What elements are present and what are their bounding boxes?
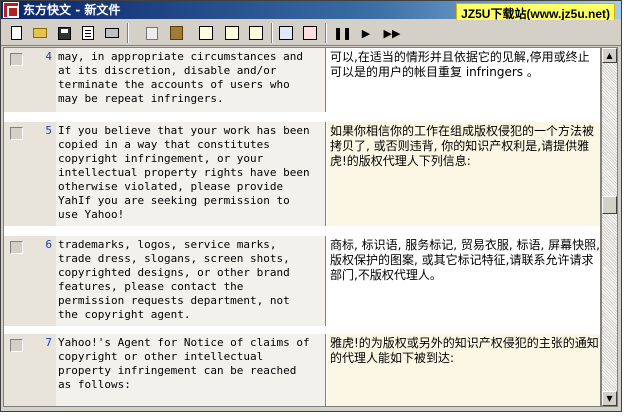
toolbar-separator <box>127 23 129 43</box>
row-checkbox[interactable] <box>10 127 23 140</box>
source-text[interactable]: may, in appropriate circumstances and at… <box>56 48 326 112</box>
title-separator: - <box>71 3 85 17</box>
vertical-scrollbar[interactable]: ▲ ▼ <box>601 47 618 407</box>
target-text[interactable]: 如果你相信你的工作在组成版权侵犯的一个方法被拷贝了, 或否则违背, 你的知识产权… <box>327 122 600 226</box>
row-gutter: 7 <box>4 334 56 406</box>
row-gutter: 4 <box>4 48 56 112</box>
toolbar-separator <box>325 23 327 43</box>
row-number: 4 <box>45 50 52 63</box>
source-text[interactable]: Yahoo!'s Agent for Notice of claims of c… <box>56 334 326 406</box>
row-checkbox[interactable] <box>10 339 23 352</box>
table-row: 5 If you believe that your work has been… <box>4 122 600 226</box>
app-name: 东方快文 <box>23 3 72 17</box>
open-folder-icon[interactable] <box>31 24 49 42</box>
print-icon[interactable] <box>103 24 121 42</box>
translation-grid: 4 may, in appropriate circumstances and … <box>3 47 601 407</box>
title-bar: 东方快文 - 新文件 JZ5U下载站(www.jz5u.net) <box>1 1 621 25</box>
toolbar: ❚❚ ▶ ▶▶ <box>1 20 621 46</box>
row-gutter: 6 <box>4 236 56 326</box>
target-text[interactable]: 雅虎!的为版权或另外的知识产权侵犯的主张的通知的代理人能如下被到达: <box>327 334 600 406</box>
row-spacer <box>4 226 600 236</box>
row-number: 6 <box>45 238 52 251</box>
pen-edit-icon[interactable] <box>301 24 319 42</box>
row-spacer <box>4 112 600 122</box>
scroll-up-icon[interactable]: ▲ <box>602 48 617 63</box>
panel-center-icon[interactable] <box>223 24 241 42</box>
fast-forward-icon[interactable]: ▶▶ <box>381 24 403 42</box>
panel-right-icon[interactable] <box>247 24 265 42</box>
window-title: 东方快文 - 新文件 <box>23 1 120 19</box>
panel-left-icon[interactable] <box>197 24 215 42</box>
row-number: 5 <box>45 124 52 137</box>
cursor-edit-icon[interactable] <box>277 24 295 42</box>
table-row: 7 Yahoo!'s Agent for Notice of claims of… <box>4 334 600 406</box>
table-row: 4 may, in appropriate circumstances and … <box>4 48 600 112</box>
app-window: 东方快文 - 新文件 JZ5U下载站(www.jz5u.net) ❚❚ ▶ ▶▶… <box>0 0 622 412</box>
new-doc-icon[interactable] <box>7 24 25 42</box>
row-checkbox[interactable] <box>10 53 23 66</box>
app-logo-icon[interactable] <box>3 2 19 18</box>
target-text[interactable]: 可以,在适当的情形并且依据它的见解,停用或终止可以是的用户的帐目重复 infri… <box>327 48 600 112</box>
paste-icon[interactable] <box>167 24 185 42</box>
table-row: 6 trademarks, logos, service marks, trad… <box>4 236 600 326</box>
toolbar-separator <box>271 23 273 43</box>
copy-icon[interactable] <box>143 24 161 42</box>
preview-doc-icon[interactable] <box>79 24 97 42</box>
document-name: 新文件 <box>84 3 121 17</box>
target-text[interactable]: 商标, 标识语, 服务标记, 贸易衣服, 标语, 屏幕快照, 版权保护的图案, … <box>327 236 600 326</box>
row-gutter: 5 <box>4 122 56 226</box>
source-text[interactable]: If you believe that your work has been c… <box>56 122 326 226</box>
row-spacer <box>4 326 600 334</box>
row-number: 7 <box>45 336 52 349</box>
scroll-thumb[interactable] <box>602 196 617 214</box>
pause-icon[interactable]: ❚❚ <box>333 24 352 42</box>
row-checkbox[interactable] <box>10 241 23 254</box>
scroll-down-icon[interactable]: ▼ <box>602 391 617 406</box>
play-icon[interactable]: ▶ <box>357 24 375 42</box>
save-disk-icon[interactable] <box>55 24 73 42</box>
source-text[interactable]: trademarks, logos, service marks, trade … <box>56 236 326 326</box>
